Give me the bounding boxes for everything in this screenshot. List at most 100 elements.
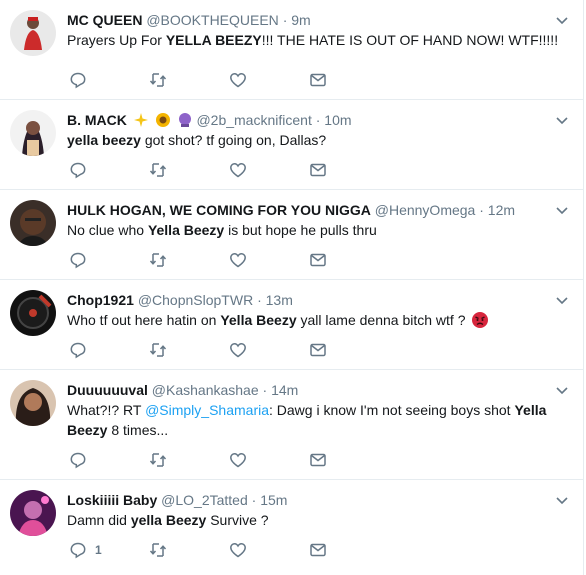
- avatar[interactable]: [10, 290, 56, 336]
- user-handle[interactable]: @2b_macknificent: [196, 112, 311, 128]
- retweet-button[interactable]: [149, 70, 167, 90]
- chevron-down-icon[interactable]: [555, 384, 569, 398]
- reply-button[interactable]: [69, 340, 95, 360]
- keyword-highlight: Yella Beezy: [220, 312, 297, 328]
- display-name[interactable]: Chop1921: [67, 292, 134, 308]
- timestamp[interactable]: 9m: [291, 12, 310, 28]
- heart-icon: [230, 73, 246, 88]
- direct-message-button[interactable]: [309, 160, 327, 180]
- tweet-actions: [67, 70, 367, 90]
- tweet-text: No clue who Yella Beezy is but hope he p…: [67, 220, 563, 240]
- retweet-icon: [149, 453, 167, 467]
- reply-icon: [70, 72, 86, 89]
- text-segment: Damn did: [67, 512, 131, 528]
- tweet-4[interactable]: Chop1921 @ChopnSlopTWR · 13m Who tf out …: [0, 280, 584, 370]
- heart-icon: [230, 343, 246, 358]
- display-name[interactable]: B. MACK: [67, 112, 127, 128]
- direct-message-button[interactable]: [309, 250, 327, 270]
- direct-message-button[interactable]: [309, 340, 327, 360]
- timestamp[interactable]: 13m: [266, 292, 293, 308]
- display-name[interactable]: Duuuuuuval: [67, 382, 148, 398]
- retweet-icon: [149, 163, 167, 177]
- tweet-2[interactable]: B. MACK @2b_macknificent · 10m yella bee…: [0, 100, 584, 190]
- text-segment: No clue who: [67, 222, 148, 238]
- tweet-6[interactable]: Loskiiiii Baby @LO_2Tatted · 15m Damn di…: [0, 480, 584, 575]
- reply-button[interactable]: [69, 70, 95, 90]
- retweet-icon: [149, 73, 167, 87]
- text-segment: 8 times...: [107, 422, 169, 438]
- text-segment: is but hope he pulls thru: [224, 222, 377, 238]
- envelope-icon: [310, 343, 326, 357]
- chevron-down-icon[interactable]: [555, 204, 569, 218]
- avatar[interactable]: [10, 110, 56, 156]
- tweet-text: Damn did yella Beezy Survive ?: [67, 510, 563, 530]
- tweet-1[interactable]: MC QUEEN @BOOKTHEQUEEN · 9m Prayers Up F…: [0, 0, 584, 100]
- retweet-button[interactable]: [149, 250, 167, 270]
- display-name[interactable]: HULK HOGAN, WE COMING FOR YOU NIGGA: [67, 202, 371, 218]
- chevron-down-icon[interactable]: [555, 494, 569, 508]
- avatar[interactable]: [10, 10, 56, 56]
- tweet-header: B. MACK @2b_macknificent · 10m: [67, 111, 543, 129]
- user-handle[interactable]: @HennyOmega: [375, 202, 476, 218]
- like-button[interactable]: [229, 540, 247, 560]
- keyword-highlight: yella beezy: [67, 132, 141, 148]
- reply-button[interactable]: [69, 160, 95, 180]
- heart-icon: [230, 453, 246, 468]
- keyword-highlight: Beezy: [67, 422, 108, 438]
- user-handle[interactable]: @ChopnSlopTWR: [138, 292, 253, 308]
- text-segment: What?!? RT: [67, 402, 146, 418]
- timestamp[interactable]: 14m: [271, 382, 298, 398]
- avatar[interactable]: [10, 200, 56, 246]
- like-button[interactable]: [229, 450, 247, 470]
- reply-icon: [70, 252, 86, 269]
- tweet-text: yella beezy got shot? tf going on, Dalla…: [67, 130, 563, 150]
- retweet-button[interactable]: [149, 540, 167, 560]
- avatar[interactable]: [10, 490, 56, 536]
- tweet-feed: MC QUEEN @BOOKTHEQUEEN · 9m Prayers Up F…: [0, 0, 586, 575]
- reply-button[interactable]: [69, 250, 95, 270]
- separator-dot: ·: [257, 292, 262, 308]
- user-handle[interactable]: @Kashankashae: [152, 382, 259, 398]
- tweet-text: Prayers Up For YELLA BEEZY!!! THE HATE I…: [67, 30, 563, 50]
- tweet-actions: [67, 450, 367, 470]
- reply-icon: [70, 542, 86, 559]
- retweet-button[interactable]: [149, 340, 167, 360]
- text-segment: Prayers Up For: [67, 32, 166, 48]
- tweet-actions: [67, 250, 367, 270]
- text-segment: : Dawg i know I'm not seeing boys shot: [269, 402, 515, 418]
- sparkles-icon: [133, 113, 148, 127]
- reply-button[interactable]: [69, 450, 95, 470]
- chevron-down-icon[interactable]: [555, 114, 569, 128]
- separator-dot: ·: [262, 382, 268, 398]
- user-handle[interactable]: @LO_2Tatted: [161, 492, 248, 508]
- direct-message-button[interactable]: [309, 540, 327, 560]
- chevron-down-icon[interactable]: [555, 294, 569, 308]
- like-button[interactable]: [229, 160, 247, 180]
- like-button[interactable]: [229, 340, 247, 360]
- direct-message-button[interactable]: [309, 450, 327, 470]
- reply-count: 1: [95, 543, 102, 557]
- chevron-down-icon[interactable]: [555, 14, 569, 28]
- direct-message-button[interactable]: [309, 70, 327, 90]
- retweet-button[interactable]: [149, 160, 167, 180]
- text-segment: yall lame denna bitch wtf ?: [296, 312, 466, 328]
- reply-button[interactable]: 1: [69, 540, 102, 560]
- timestamp[interactable]: 15m: [260, 492, 287, 508]
- sunflower-icon: [155, 113, 170, 127]
- tweet-3[interactable]: HULK HOGAN, WE COMING FOR YOU NIGGA @Hen…: [0, 190, 584, 280]
- avatar[interactable]: [10, 380, 56, 426]
- user-handle[interactable]: @BOOKTHEQUEEN: [146, 12, 278, 28]
- display-name[interactable]: Loskiiiii Baby: [67, 492, 157, 508]
- timestamp[interactable]: 12m: [488, 202, 515, 218]
- timestamp[interactable]: 10m: [324, 112, 351, 128]
- retweet-button[interactable]: [149, 450, 167, 470]
- like-button[interactable]: [229, 250, 247, 270]
- tweet-5[interactable]: Duuuuuuval @Kashankashae · 14m What?!? R…: [0, 370, 584, 480]
- separator-dot: ·: [315, 112, 321, 128]
- text-segment: got shot? tf going on, Dallas?: [140, 132, 327, 148]
- like-button[interactable]: [229, 70, 247, 90]
- keyword-highlight: Yella: [514, 402, 547, 418]
- display-name[interactable]: MC QUEEN: [67, 12, 142, 28]
- mention-link[interactable]: @Simply_Shamaria: [145, 402, 269, 418]
- envelope-icon: [310, 543, 326, 557]
